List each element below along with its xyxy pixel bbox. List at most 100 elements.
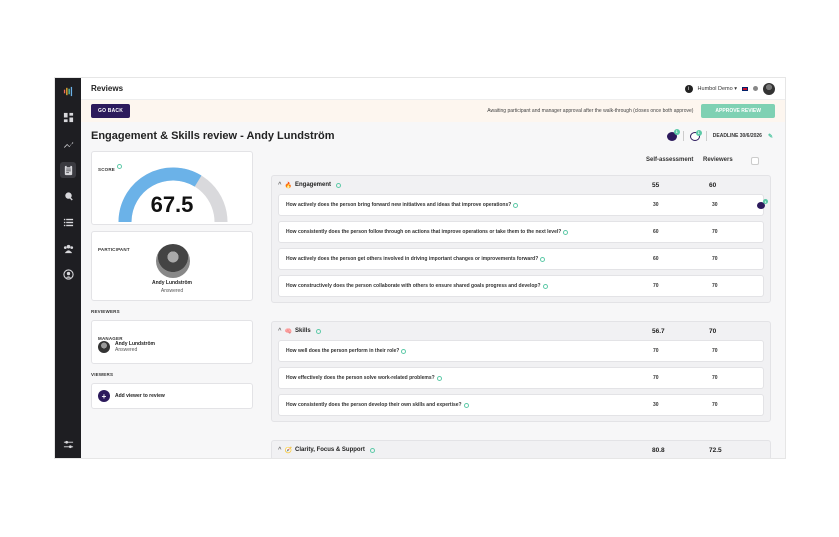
edit-icon[interactable]: ✎	[768, 133, 773, 140]
search-people-icon[interactable]	[60, 188, 76, 204]
chevron-up-icon[interactable]: ^	[278, 447, 282, 453]
user-avatar[interactable]	[763, 82, 775, 95]
info-icon[interactable]	[563, 229, 569, 235]
info-icon[interactable]	[542, 283, 548, 289]
manager-status: Answered	[115, 347, 138, 353]
info-icon[interactable]: i	[684, 84, 693, 93]
question-reviewer-score: 70	[712, 375, 718, 381]
globe-icon[interactable]	[753, 86, 758, 91]
question-reviewer-score: 70	[712, 229, 718, 235]
brain-icon: 🧠	[284, 328, 292, 335]
question-text: How constructively does the person colla…	[286, 283, 541, 289]
question-self-score: 70	[653, 375, 659, 381]
question-row[interactable]: How actively does the person bring forwa…	[278, 194, 768, 216]
comment-badge: 1	[763, 199, 768, 204]
review-title: Engagement & Skills review - Andy Lundst…	[91, 130, 335, 142]
comment-icon[interactable]: 1	[757, 199, 768, 209]
question-reviewer-score: 70	[712, 348, 718, 354]
approve-review-button[interactable]: APPROVE REVIEW	[701, 104, 775, 118]
group-header[interactable]: ^ 🧭 Clarity, Focus & Support 80.8 72.5	[272, 441, 770, 458]
select-all-checkbox[interactable]	[751, 157, 759, 165]
participant-card: PARTICIPANT Andy Lundström Answered	[91, 231, 253, 301]
add-viewer-label: Add viewer to review	[115, 393, 165, 399]
question-reviewer-score: 70	[712, 402, 718, 408]
header-actions: 1 1 DEADLINE 30/6/2026 ✎	[666, 128, 773, 141]
group-reviewer-score: 70	[709, 327, 717, 335]
question-text: How well does the person perform in thei…	[286, 348, 400, 354]
questions-panel: Self-assessment Reviewers ^ 🔥 Engagement…	[263, 151, 777, 458]
chevron-up-icon[interactable]: ^	[278, 182, 282, 188]
question-text: How consistently does the person follow …	[286, 229, 562, 235]
question-row[interactable]: How effectively does the person solve wo…	[278, 367, 764, 389]
question-self-score: 30	[653, 202, 659, 208]
question-row[interactable]: How consistently does the person develop…	[278, 394, 764, 416]
group-self-score: 80.8	[652, 446, 665, 454]
question-row[interactable]: How constructively does the person colla…	[278, 275, 764, 297]
logo-icon[interactable]	[60, 83, 76, 99]
team-icon[interactable]	[60, 240, 76, 256]
question-self-score: 60	[653, 229, 659, 235]
manager-card: MANAGER Andy Lundström Answered	[91, 320, 253, 364]
group-header[interactable]: ^ 🔥 Engagement 55 60	[272, 176, 770, 194]
approval-message: Awaiting participant and manager approva…	[487, 108, 694, 114]
dashboard-icon[interactable]	[60, 109, 76, 125]
fire-icon: 🔥	[284, 182, 292, 189]
group-reviewer-score: 72.5	[709, 446, 722, 454]
go-back-button[interactable]: GO BACK	[91, 104, 131, 118]
participant-label: PARTICIPANT	[98, 247, 130, 252]
divider	[705, 131, 707, 141]
info-icon[interactable]	[540, 256, 546, 262]
nav-rail	[55, 78, 81, 458]
list-icon[interactable]	[60, 214, 76, 230]
self-assessment-header: Self-assessment	[646, 157, 694, 163]
flag-uk-icon[interactable]	[742, 86, 748, 91]
info-icon[interactable]	[315, 328, 321, 334]
group-header[interactable]: ^ 🧠 Skills 56.7 70	[272, 322, 770, 340]
group-title: Skills	[295, 328, 311, 334]
reviewers-header: Reviewers	[703, 157, 733, 163]
question-group: ^ 🧠 Skills 56.7 70 How well does the per…	[271, 321, 771, 422]
question-text: How consistently does the person develop…	[286, 402, 462, 408]
question-reviewer-score: 70	[712, 256, 718, 262]
participant-avatar	[156, 244, 190, 278]
viewers-label: VIEWERS	[91, 372, 114, 377]
question-self-score: 70	[653, 348, 659, 354]
left-column: SCORE 67.5 PARTICIPANT Andy Lundström An…	[91, 151, 253, 409]
approval-banner: GO BACK Awaiting participant and manager…	[81, 100, 785, 122]
question-text: How actively does the person get others …	[286, 256, 539, 262]
info-icon[interactable]	[463, 402, 469, 408]
info-icon[interactable]	[401, 348, 407, 354]
trend-icon[interactable]	[60, 136, 76, 152]
compass-icon: 🧭	[284, 447, 292, 454]
info-icon[interactable]	[513, 202, 519, 208]
question-reviewer-score: 30	[712, 202, 718, 208]
question-text: How effectively does the person solve wo…	[286, 375, 435, 381]
plus-icon: +	[98, 390, 110, 402]
manager-avatar	[98, 341, 110, 353]
history-icon[interactable]: 1	[689, 129, 702, 141]
reviews-icon[interactable]	[60, 162, 76, 178]
info-icon[interactable]	[369, 447, 375, 453]
question-row[interactable]: How consistently does the person follow …	[278, 221, 764, 243]
add-viewer-button[interactable]: + Add viewer to review	[91, 383, 253, 409]
group-reviewer-score: 60	[709, 181, 717, 189]
participant-status: Answered	[160, 288, 184, 294]
page-section-title: Reviews	[91, 84, 124, 93]
profile-icon[interactable]	[60, 266, 76, 282]
participant-name: Andy Lundström	[152, 280, 192, 286]
group-self-score: 56.7	[652, 327, 665, 335]
info-icon[interactable]	[336, 182, 342, 188]
comments-badge: 1	[673, 128, 680, 135]
group-self-score: 55	[652, 181, 660, 189]
info-icon[interactable]	[436, 375, 442, 381]
chevron-up-icon[interactable]: ^	[278, 328, 282, 334]
deadline-text: DEADLINE 30/6/2026	[712, 133, 762, 139]
org-switcher[interactable]: Humbol Demo ▾	[698, 86, 737, 92]
question-self-score: 70	[653, 283, 659, 289]
question-row[interactable]: How well does the person perform in thei…	[278, 340, 764, 362]
question-self-score: 30	[653, 402, 659, 408]
comments-icon[interactable]: 1	[666, 128, 680, 141]
question-row[interactable]: How actively does the person get others …	[278, 248, 764, 270]
settings-sliders-icon[interactable]	[60, 436, 76, 452]
app-window: Reviews i Humbol Demo ▾ GO BACK Awaiting…	[55, 78, 785, 458]
